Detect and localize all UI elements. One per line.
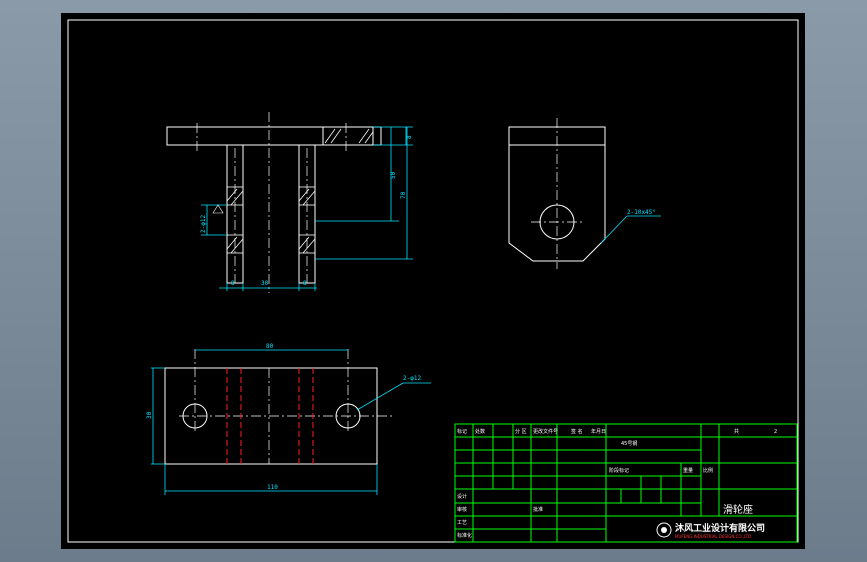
tb-title: 滑轮座 [723, 503, 753, 516]
tb-material: 45号钢 [621, 440, 637, 447]
roughness-symbol [212, 204, 224, 214]
tb-company-sub: MUFENG INDUSTRIAL DESIGN CO.,LTD [675, 534, 751, 539]
tb-sheet-count: 2 [774, 429, 777, 435]
tb-label-review: 审核 [457, 506, 467, 513]
tb-row1-0: 标记 [457, 428, 467, 435]
dim-side-chamfer: 2-10x45° [627, 209, 656, 216]
dim-w-mid: 30 [261, 280, 269, 287]
tb-sheet-count-label: 共 [734, 428, 739, 435]
dim-front-hole: 2-φ12 [200, 215, 207, 233]
dim-w-right: 8 [303, 280, 307, 287]
dim-h2: 70 [400, 191, 407, 199]
tb-row1-1: 处数 [475, 428, 485, 435]
tb-company: 沐风工业设计有限公司 [675, 522, 765, 534]
front-view: 8 50 70 2-φ12 8 30 8 [166, 112, 413, 293]
dim-plan-hole: 2-φ12 [403, 375, 421, 382]
dim-plan-height: 30 [146, 411, 153, 419]
tb-label-design: 设计 [457, 493, 467, 500]
tb-label-weight: 重量 [683, 467, 693, 474]
front-top-plate [166, 126, 382, 146]
front-leg-hatch [226, 186, 316, 254]
title-block: 标记 处数 分 区 更改文件号 签 名 年月日 45号钢 共 2 设计 审核 工… [454, 423, 798, 543]
dim-h1: 50 [390, 171, 397, 179]
tb-row1-5: 年月日 [591, 428, 606, 435]
front-top-hatch [324, 128, 374, 144]
cad-drawing: 8 50 70 2-φ12 8 30 8 2-10x45° 80 2-φ12 3… [67, 19, 799, 543]
dim-plan-width: 110 [267, 484, 278, 491]
tb-row1-2: 分 区 [515, 428, 527, 435]
plan-view: 80 2-φ12 30 110 [146, 343, 431, 495]
dim-plan-span: 80 [266, 343, 274, 350]
tb-label-stage: 阶段标记 [609, 467, 629, 474]
drawing-canvas: 8 50 70 2-φ12 8 30 8 2-10x45° 80 2-φ12 3… [61, 13, 805, 549]
tb-label-scale: 比例 [703, 467, 713, 474]
tb-label-standard: 标准化 [457, 532, 472, 539]
tb-label-process: 工艺 [457, 520, 467, 526]
tb-label-approve: 批准 [533, 506, 543, 513]
tb-row1-4: 签 名 [571, 428, 583, 435]
side-view: 2-10x45° [508, 118, 661, 269]
dim-w-left: 8 [231, 280, 235, 287]
company-logo: 沐风工业设计有限公司 MUFENG INDUSTRIAL DESIGN CO.,… [656, 522, 765, 539]
tb-row1-3: 更改文件号 [533, 428, 558, 435]
